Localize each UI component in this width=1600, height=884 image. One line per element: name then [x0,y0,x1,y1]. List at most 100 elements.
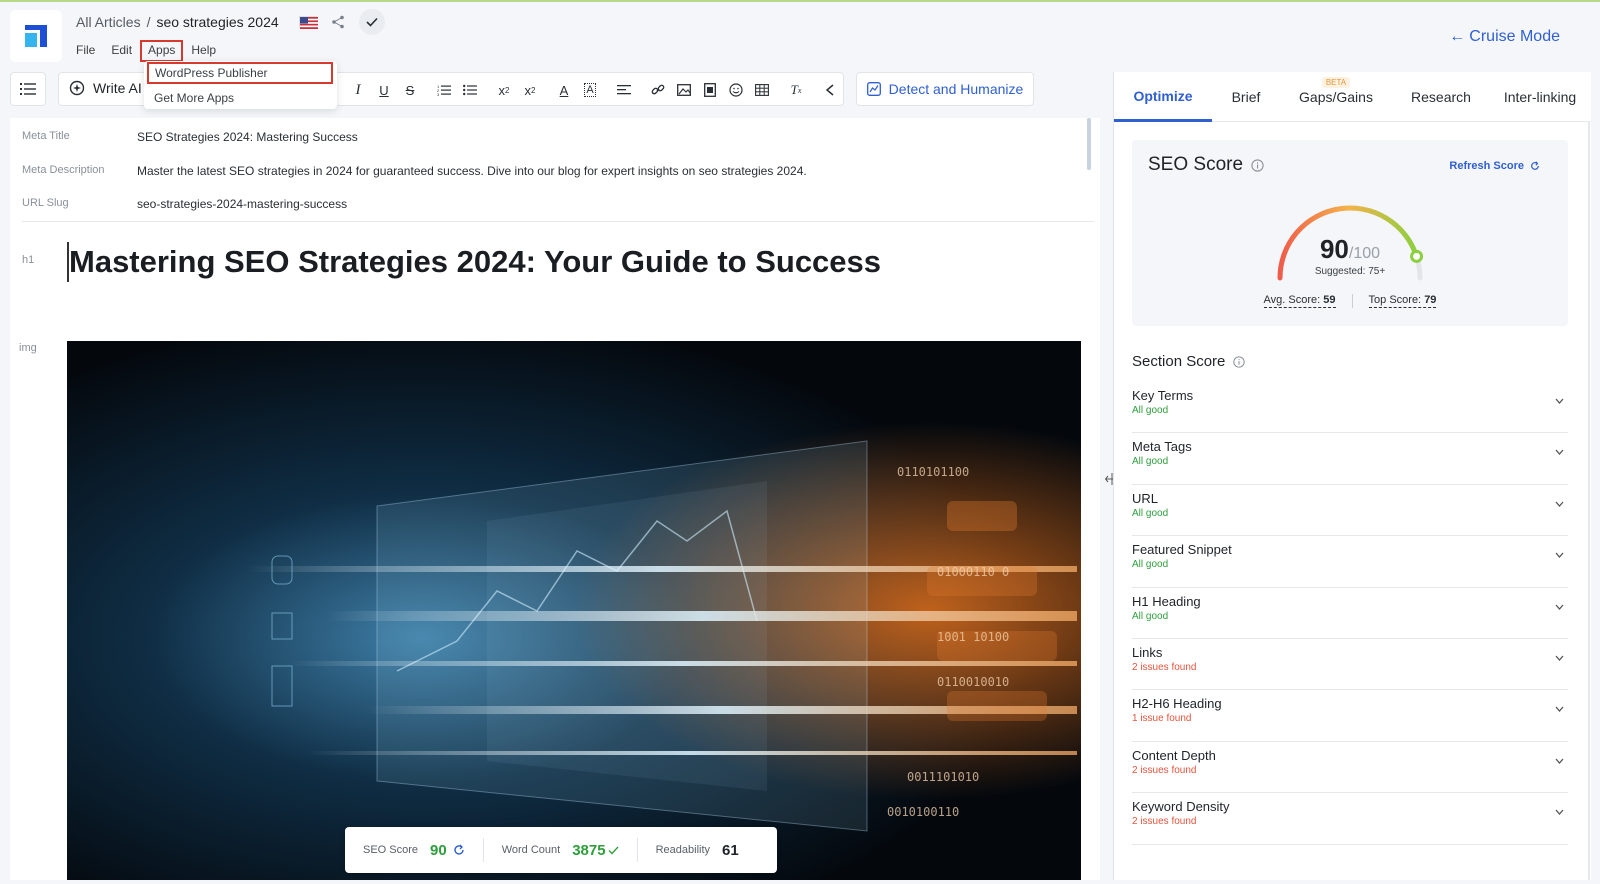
info-icon[interactable] [1251,158,1264,172]
menu-item-wordpress-publisher[interactable]: WordPress Publisher [147,62,333,84]
meta-title-input[interactable]: SEO Strategies 2024: Mastering Success [137,130,358,144]
ai-sparkle-icon [69,80,85,96]
section-row-h1-heading[interactable]: H1 Heading All good [1132,588,1568,639]
seo-score-gauge: 90/100 Suggested: 75+ [1270,198,1430,288]
stat-word-count: Word Count 3875 [482,838,637,862]
beta-badge: BETA [1321,77,1351,88]
menu-file[interactable]: File [68,40,103,62]
link-icon[interactable] [645,80,671,100]
article-stats-bar: SEO Score 90 Word Count 3875 Readability… [345,827,777,873]
section-name: URL [1132,490,1159,506]
tab-gaps-gains[interactable]: BETA Gaps/Gains [1280,72,1392,122]
highlight-icon[interactable]: A [577,80,603,100]
section-status: All good [1132,610,1169,622]
refresh-icon[interactable] [453,844,465,856]
breadcrumb-current-article[interactable]: seo strategies 2024 [156,14,278,30]
data-visualization-image: 0110101100 01000110 0 1001 10100 0110010… [67,341,1081,880]
meta-title-label: Meta Title [22,130,70,142]
cruise-mode-link[interactable]: ← Cruise Mode [1449,28,1560,46]
refresh-score-button[interactable]: Refresh Score [1449,160,1540,172]
section-score-list: Key Terms All good Meta Tags All good URL All… [1132,382,1568,845]
section-status: 2 issues found [1132,764,1197,776]
section-row-url[interactable]: URL All good [1132,485,1568,537]
section-row-keyword-density[interactable]: Keyword Density 2 issues found [1132,793,1568,845]
outline-toggle-button[interactable] [10,72,46,106]
section-row-links[interactable]: Links 2 issues found [1132,639,1568,691]
stat-wc-value: 3875 [572,841,606,859]
editor-scrollbar[interactable] [1087,118,1091,170]
us-flag-icon[interactable] [298,16,318,29]
panel-scrollbar[interactable] [1588,122,1590,880]
section-status: 1 issue found [1132,713,1192,725]
meta-description-label: Meta Description [22,164,105,176]
emoji-icon[interactable] [723,80,749,100]
underline-button[interactable]: U [371,80,397,100]
info-icon[interactable] [1233,355,1246,368]
h1-block-label: h1 [22,254,35,266]
section-name: Keyword Density [1132,799,1230,815]
section-status: 2 issues found [1132,661,1197,673]
section-row-featured-snippet[interactable]: Featured Snippet All good [1132,536,1568,588]
chevron-down-icon[interactable] [1555,756,1564,767]
chevron-down-icon[interactable] [1555,396,1564,407]
saved-check-button[interactable] [358,9,385,35]
table-icon[interactable] [749,80,775,100]
italic-button[interactable]: I [345,80,371,100]
share-icon[interactable] [331,15,345,29]
chevron-down-icon[interactable] [1555,704,1564,715]
section-status: 2 issues found [1132,816,1197,828]
top-score: Top Score: 79 [1368,294,1437,308]
chevron-down-icon[interactable] [1555,653,1564,664]
stat-seo-score: SEO Score 90 [345,838,483,862]
chevron-down-icon[interactable] [1555,447,1564,458]
meta-description-input[interactable]: Master the latest SEO strategies in 2024… [137,164,807,178]
stat-read-label: Readability [655,844,711,856]
tab-optimize[interactable]: Optimize [1114,72,1212,122]
menu-apps[interactable]: Apps [140,40,184,62]
superscript-icon[interactable]: x2 [517,80,543,100]
section-row-meta-tags[interactable]: Meta Tags All good [1132,433,1568,485]
article-editor[interactable]: Meta Title SEO Strategies 2024: Masterin… [10,118,1100,880]
collapse-toolbar-icon[interactable] [817,80,843,100]
align-icon[interactable] [611,80,637,100]
bullet-list-icon[interactable] [457,80,483,100]
meta-title-row: Meta Title SEO Strategies 2024: Masterin… [22,130,358,144]
section-row-key-terms[interactable]: Key Terms All good [1132,382,1568,434]
text-color-icon[interactable]: A [551,80,577,100]
chevron-down-icon[interactable] [1555,499,1564,510]
breadcrumb-all-articles[interactable]: All Articles [76,14,141,30]
section-score-title: Section Score [1132,353,1246,370]
image-icon[interactable] [671,80,697,100]
detect-and-humanize-button[interactable]: Detect and Humanize [856,72,1034,106]
score-comparisons: Avg. Score: 59 Top Score: 79 [1132,294,1568,308]
section-name: Links [1132,644,1163,660]
article-h1-heading[interactable]: Mastering SEO Strategies 2024: Your Guid… [67,242,881,282]
strikethrough-button[interactable]: S [397,80,423,100]
chevron-down-icon[interactable] [1555,550,1564,561]
hero-image[interactable]: 0110101100 01000110 0 1001 10100 0110010… [67,341,1081,880]
url-slug-input[interactable]: seo-strategies-2024-mastering-success [137,197,347,211]
svg-text:0011101010: 0011101010 [907,770,979,784]
score-separator [1351,294,1353,308]
chevron-down-icon[interactable] [1555,807,1564,818]
subscript-icon[interactable]: x2 [491,80,517,100]
tab-brief[interactable]: Brief [1212,72,1280,122]
app-logo[interactable] [10,10,62,62]
arrow-left-icon: ← [1449,28,1466,45]
menu-edit[interactable]: Edit [103,40,140,62]
section-row-h2-h6-heading[interactable]: H2-H6 Heading 1 issue found [1132,690,1568,742]
section-name: H2-H6 Heading [1132,696,1222,712]
chevron-down-icon[interactable] [1555,602,1564,613]
video-icon[interactable] [697,80,723,100]
clear-format-icon[interactable]: Tx [783,80,809,100]
svg-text:0110010010: 0110010010 [937,675,1009,689]
menu-item-get-more-apps[interactable]: Get More Apps [144,87,337,109]
write-ai-button[interactable]: Write AI [69,80,142,96]
section-name: Featured Snippet [1132,542,1232,558]
ordered-list-icon[interactable]: 123 [431,80,457,100]
tab-research[interactable]: Research [1392,72,1490,122]
menu-help[interactable]: Help [183,40,224,62]
tab-inter-linking[interactable]: Inter-linking [1490,72,1590,122]
section-name: H1 Heading [1132,593,1201,609]
section-row-content-depth[interactable]: Content Depth 2 issues found [1132,742,1568,794]
